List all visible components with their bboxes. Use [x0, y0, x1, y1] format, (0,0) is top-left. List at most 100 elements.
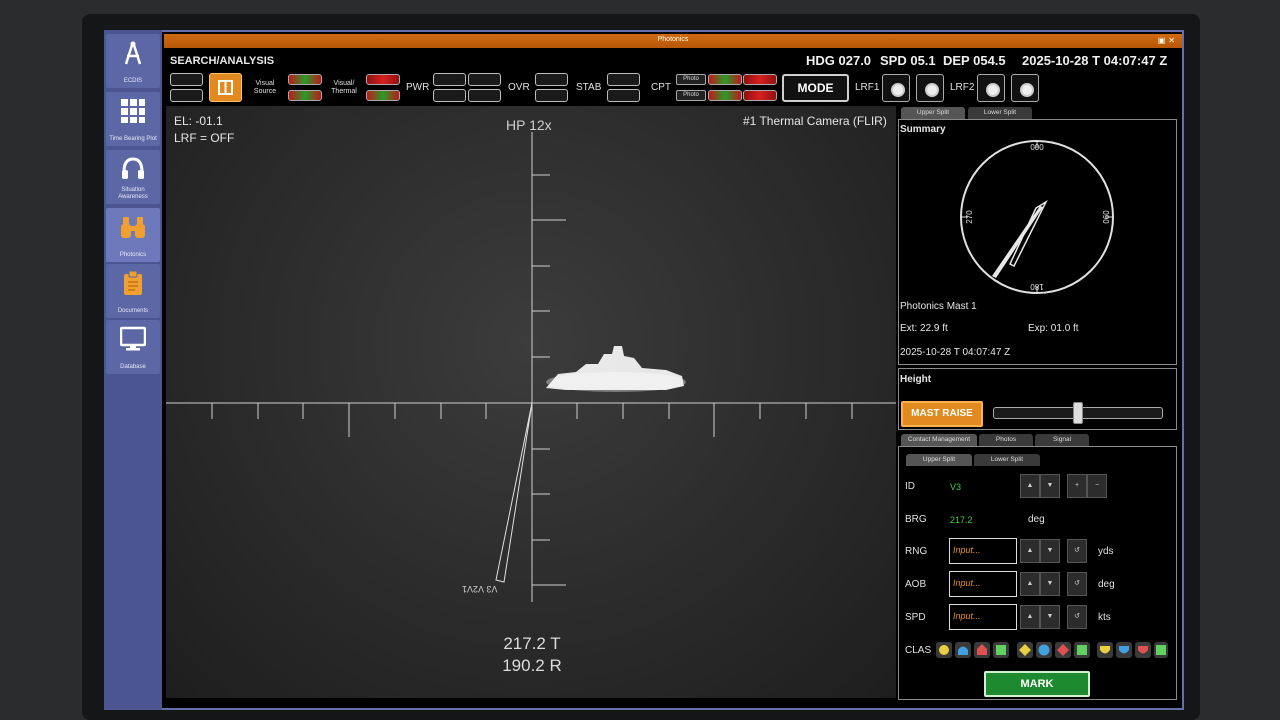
subtab-lower-split[interactable]: Lower Split [974, 454, 1040, 466]
nav-label: Documents [117, 308, 149, 314]
clas-unknown-air-button[interactable] [1017, 642, 1033, 658]
camera-source-label: #1 Thermal Camera (FLIR) [743, 114, 887, 128]
diamond-red-icon [1057, 644, 1069, 656]
nav-item-situation-awareness[interactable]: Situation Awareness [106, 150, 160, 204]
window-controls[interactable]: ▣✕ [1158, 36, 1178, 45]
clas-hostile-air-button[interactable] [1055, 642, 1071, 658]
pwr-button-2[interactable] [468, 73, 501, 86]
tab-signal[interactable]: Signal [1035, 434, 1089, 446]
id-increment-button[interactable]: ▲ [1020, 474, 1040, 498]
clas-neutral-surface-button[interactable] [993, 642, 1009, 658]
stab-button-1[interactable] [607, 73, 640, 86]
lrf2-mode-button[interactable] [1011, 74, 1039, 102]
stab-button-2[interactable] [607, 89, 640, 102]
clas-hostile-surface-button[interactable] [974, 642, 990, 658]
tab-contact-management[interactable]: Contact Management [901, 434, 977, 446]
clas-unknown-subsurface-button[interactable] [1097, 642, 1113, 658]
photo-toggle-2[interactable] [743, 74, 777, 85]
rng-input[interactable]: Input... [949, 538, 1017, 564]
id-value: V3 [950, 482, 962, 492]
rng-label: RNG [905, 546, 928, 557]
nav-item-ecdis[interactable]: ECDIS [106, 34, 160, 88]
spd-reset-button[interactable]: ↺ [1067, 605, 1087, 629]
tab-photos[interactable]: Photos [979, 434, 1033, 446]
photo-toggle-3[interactable] [708, 90, 742, 101]
height-title: Height [900, 374, 932, 385]
lrf2-fire-button[interactable] [977, 74, 1005, 102]
brg-unit: deg [1028, 514, 1045, 525]
pwr-button-4[interactable] [468, 89, 501, 102]
bearing-line [992, 206, 1043, 278]
id-add-button[interactable]: + [1067, 474, 1087, 498]
mast-extension: Ext: 22.9 ft [900, 323, 948, 334]
summary-title: Summary [900, 124, 946, 135]
clas-friend-subsurface-button[interactable] [1116, 642, 1132, 658]
spd-down-button[interactable]: ▼ [1040, 605, 1060, 629]
visual-source-toggle-1[interactable] [288, 74, 322, 85]
clas-friend-air-button[interactable] [1036, 642, 1052, 658]
reticle-overlay [166, 132, 896, 602]
aob-reset-button[interactable]: ↺ [1067, 572, 1087, 596]
lrf1-fire-button[interactable] [882, 74, 910, 102]
aob-input[interactable]: Input... [949, 571, 1017, 597]
lrf2-label: LRF2 [950, 82, 975, 93]
nav-label: Situation Awareness [118, 187, 148, 200]
bearing-relative-readout: 190.2 R [502, 656, 562, 675]
photo-toggle-4[interactable] [743, 90, 777, 101]
split-icon [218, 80, 233, 95]
id-label: ID [905, 481, 915, 492]
nav-item-photonics[interactable]: Photonics [106, 208, 160, 262]
view-single-button[interactable] [170, 73, 203, 86]
clas-friend-surface-button[interactable] [955, 642, 971, 658]
aob-up-button[interactable]: ▲ [1020, 572, 1040, 596]
nav-item-documents[interactable]: Documents [106, 264, 160, 318]
spd-label: SPD [905, 612, 926, 623]
pwr-button-3[interactable] [433, 89, 466, 102]
spd-up-button[interactable]: ▲ [1020, 605, 1040, 629]
rng-reset-button[interactable]: ↺ [1067, 539, 1087, 563]
nav-label: ECDIS [123, 78, 143, 84]
rng-down-button[interactable]: ▼ [1040, 539, 1060, 563]
thermal-camera-view[interactable]: EL: -01.1 LRF = OFF HP 12x #1 Thermal Ca… [166, 106, 896, 698]
nav-item-time-bearing-plot[interactable]: Time Bearing Plot [106, 92, 160, 146]
height-slider-thumb[interactable] [1073, 402, 1083, 424]
ovr-button-2[interactable] [535, 89, 568, 102]
photo-toggle-1[interactable] [708, 74, 742, 85]
aob-down-button[interactable]: ▼ [1040, 572, 1060, 596]
mark-button[interactable]: MARK [984, 671, 1090, 697]
nav-label: Photonics [119, 252, 147, 258]
clas-hostile-subsurface-button[interactable] [1135, 642, 1151, 658]
clas-label: CLAS [905, 645, 932, 656]
tab-upper-split[interactable]: Upper Split [901, 107, 965, 119]
visual-thermal-toggle-1[interactable] [366, 74, 400, 85]
visual-thermal-toggle-2[interactable] [366, 90, 400, 101]
height-slider-track[interactable] [993, 402, 1163, 424]
ovr-button-1[interactable] [535, 73, 568, 86]
split-view-button[interactable] [209, 73, 242, 102]
photo-label-2: Photo [676, 90, 706, 101]
visual-source-toggle-2[interactable] [288, 90, 322, 101]
subtab-upper-split[interactable]: Upper Split [906, 454, 972, 466]
diamond-yellow-icon [1019, 644, 1031, 656]
view-split-button[interactable] [170, 89, 203, 102]
rng-up-button[interactable]: ▲ [1020, 539, 1040, 563]
nav-label: Time Bearing Plot [109, 136, 157, 142]
spd-input[interactable]: Input... [949, 604, 1017, 630]
id-decrement-button[interactable]: ▼ [1040, 474, 1060, 498]
clas-neutral-subsurface-button[interactable] [1154, 642, 1168, 658]
section-title: SEARCH/ANALYSIS [170, 55, 275, 67]
mast-raise-button[interactable]: MAST RAISE [901, 401, 983, 427]
tab-lower-split[interactable]: Lower Split [968, 107, 1032, 119]
id-remove-button[interactable]: − [1087, 474, 1107, 498]
lrf1-mode-button[interactable] [916, 74, 944, 102]
contact-tag: V3 V2V1 [462, 584, 498, 594]
clas-unknown-surface-button[interactable] [936, 642, 952, 658]
mode-button[interactable]: MODE [782, 74, 849, 102]
nav-item-database[interactable]: Database [106, 320, 160, 374]
compass-icon [124, 41, 142, 65]
clas-neutral-air-button[interactable] [1074, 642, 1090, 658]
depth-readout: DEP 054.5 [943, 53, 1006, 68]
visual-thermal-label: Visual/ Thermal [331, 80, 357, 95]
pwr-button-1[interactable] [433, 73, 466, 86]
compass-north: 000 [1030, 143, 1044, 152]
